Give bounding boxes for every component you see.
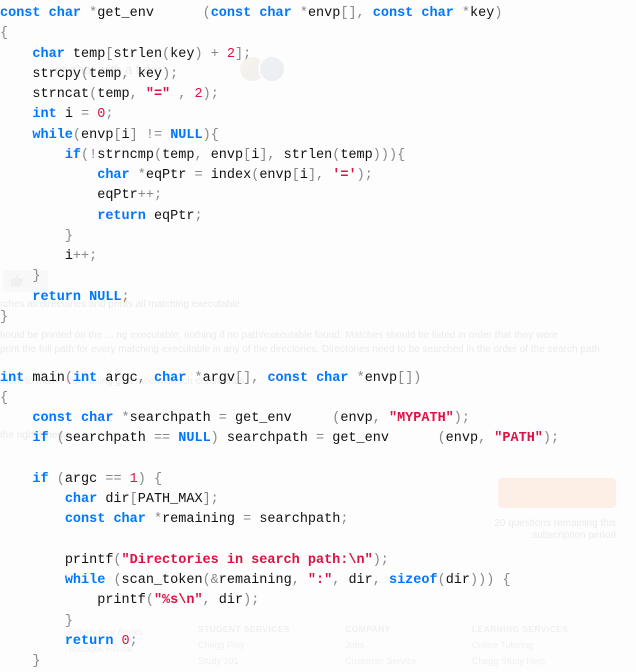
code-line: const char *get_env (const char *envp[],…: [0, 4, 636, 24]
code-line: }: [0, 612, 636, 632]
code-line: int i = 0;: [0, 105, 636, 125]
code-line: [0, 531, 636, 551]
code-line: char *eqPtr = index(envp[i], '=');: [0, 166, 636, 186]
code-line: if(!strncmp(temp, envp[i], strlen(temp))…: [0, 146, 636, 166]
code-line: [0, 328, 636, 348]
code-line: return 0;: [0, 632, 636, 652]
code-line: {: [0, 389, 636, 409]
code-line: {: [0, 24, 636, 44]
code-line: strcpy(temp, key);: [0, 65, 636, 85]
code-line: i++;: [0, 247, 636, 267]
code-line: while(envp[i] != NULL){: [0, 126, 636, 146]
code-line: printf("Directories in search path:\n");: [0, 551, 636, 571]
code-line: if (argc == 1) {: [0, 470, 636, 490]
code-line: int main(int argc, char *argv[], const c…: [0, 369, 636, 389]
code-line: printf("%s\n", dir);: [0, 591, 636, 611]
code-line: return eqPtr;: [0, 207, 636, 227]
code-line: char temp[strlen(key) + 2];: [0, 45, 636, 65]
code-line: [0, 450, 636, 470]
code-line: const char *remaining = searchpath;: [0, 510, 636, 530]
code-line: return NULL;: [0, 288, 636, 308]
code-line: const char *searchpath = get_env (envp, …: [0, 409, 636, 429]
code-line: }: [0, 652, 636, 672]
code-block: const char *get_env (const char *envp[],…: [0, 0, 636, 672]
code-line: if (searchpath == NULL) searchpath = get…: [0, 429, 636, 449]
code-line: strncat(temp, "=" , 2);: [0, 85, 636, 105]
code-line: }: [0, 227, 636, 247]
code-line: }: [0, 267, 636, 287]
code-line: while (scan_token(&remaining, ":", dir, …: [0, 571, 636, 591]
code-line: [0, 348, 636, 368]
code-line: eqPtr++;: [0, 186, 636, 206]
code-line: }: [0, 308, 636, 328]
code-line: char dir[PATH_MAX];: [0, 490, 636, 510]
